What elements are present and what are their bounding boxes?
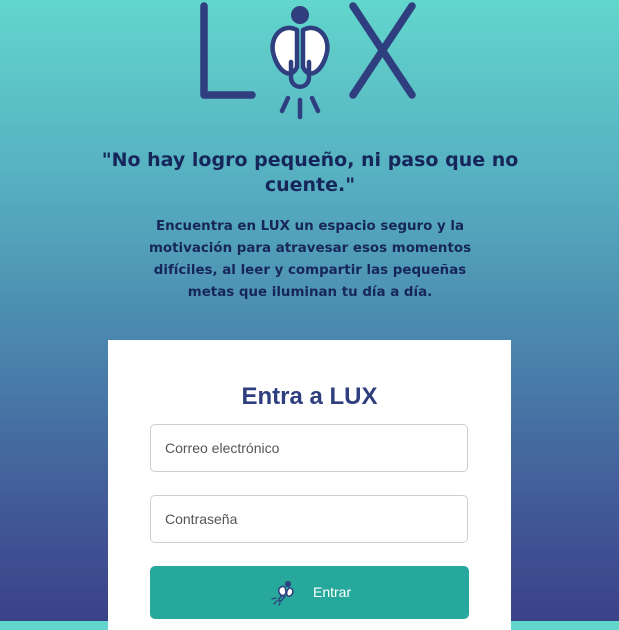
email-field[interactable]	[150, 424, 468, 472]
lux-logo	[200, 2, 416, 120]
login-button[interactable]: Entrar	[150, 566, 469, 619]
firefly-bulb-icon	[270, 6, 330, 120]
login-title: Entra a LUX	[241, 383, 378, 410]
firefly-icon	[271, 581, 294, 606]
logo-letter-l	[200, 2, 256, 99]
logo-letter-x	[349, 2, 416, 99]
password-field[interactable]	[150, 495, 468, 543]
login-button-label: Entrar	[313, 584, 352, 600]
hero-quote: "No hay logro pequeño, ni paso que no cu…	[101, 149, 519, 196]
hero-description: Encuentra en LUX un espacio seguro y la …	[148, 219, 472, 300]
login-card: Entra a LUX Entrar	[108, 340, 511, 630]
